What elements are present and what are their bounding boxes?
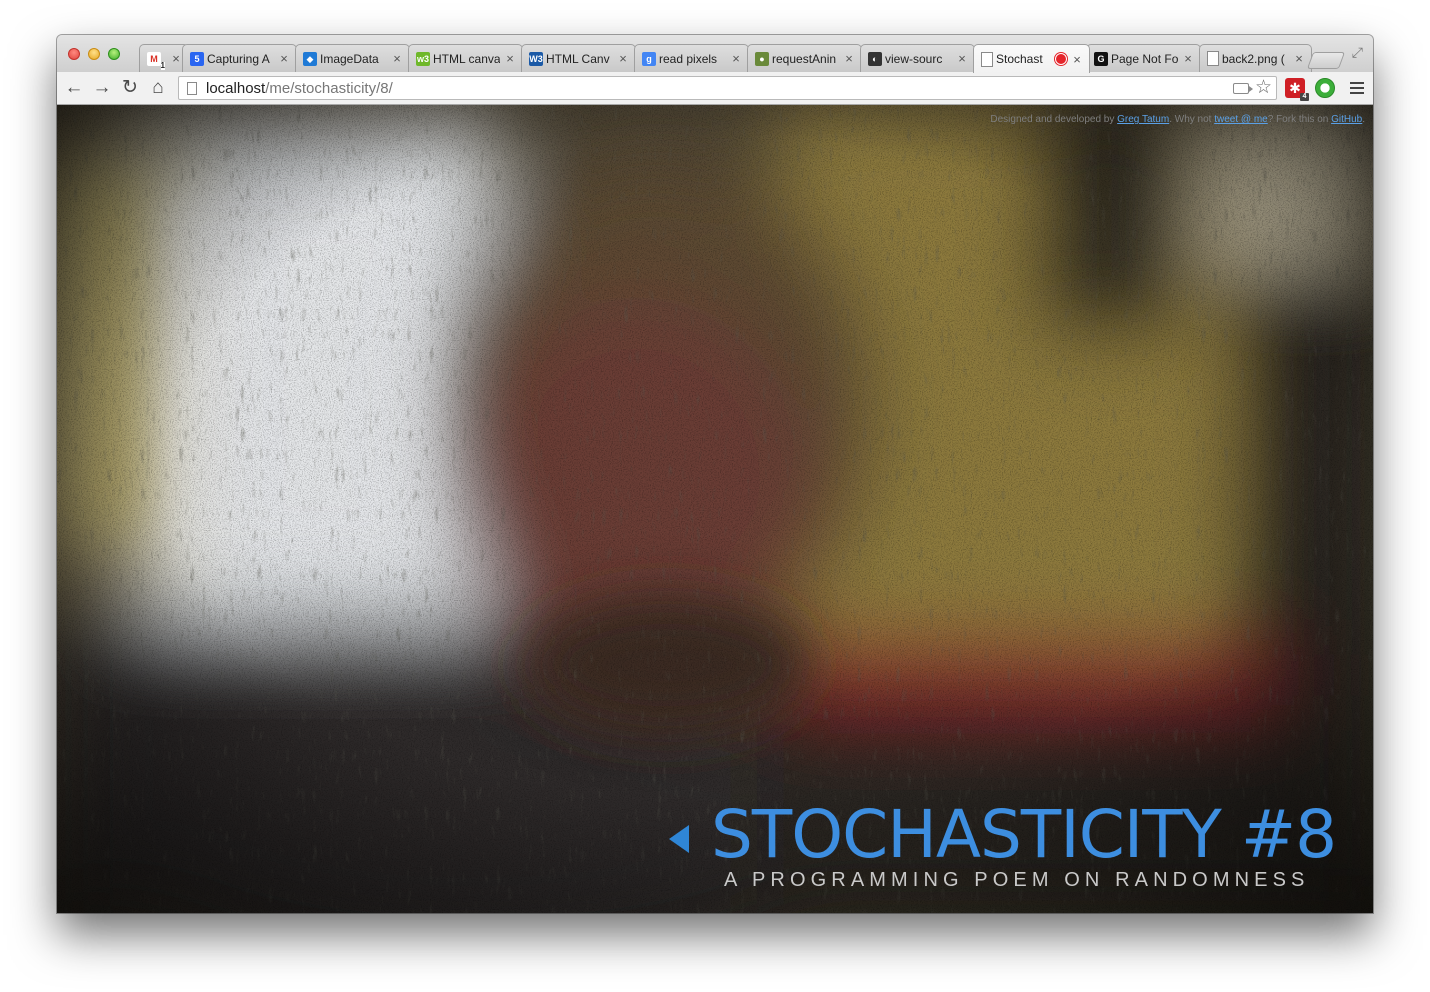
tab-title: requestAnin <box>772 51 837 66</box>
address-bar[interactable]: localhost/me/stochasticity/8/ ☆ <box>178 76 1277 100</box>
page-icon <box>187 81 197 95</box>
tab-title: read pixels <box>659 51 718 66</box>
w3schools-icon: w3 <box>416 51 430 66</box>
google-icon: g <box>642 51 656 66</box>
extension-power-icon[interactable] <box>1315 78 1335 98</box>
close-window-button[interactable] <box>68 48 80 60</box>
tab-8[interactable]: ◐ view-sourc × <box>860 44 975 72</box>
reload-icon[interactable]: ↻ <box>119 77 141 99</box>
minimize-window-button[interactable] <box>88 48 100 60</box>
tab-strip: M 1 × 5 Capturing A × ◆ ImageData × w3 HTML canva ×… <box>57 35 1373 73</box>
url-host: localhost <box>206 79 266 97</box>
title-block: STOCHASTICITY #8 A PROGRAMMING POEM ON R… <box>669 798 1337 898</box>
g-icon: G <box>1094 51 1108 66</box>
tab-6[interactable]: g read pixels × <box>634 44 749 72</box>
tab-title: Page Not Fo <box>1111 51 1178 66</box>
tab-11[interactable]: back2.png ( × <box>1199 44 1312 72</box>
mdn-icon: ◆ <box>303 51 317 66</box>
credits-middle-2: ? Fork this on <box>1267 114 1332 125</box>
tab-title: Stochast <box>996 52 1043 66</box>
tab-title: back2.png ( <box>1222 51 1285 66</box>
credits-prefix: Designed and developed by <box>990 114 1118 125</box>
page-subtitle: A PROGRAMMING POEM ON RANDOMNESS <box>724 869 1310 891</box>
tab-9[interactable]: Stochast × <box>973 44 1090 73</box>
bookmark-star-icon[interactable]: ☆ <box>1255 78 1272 97</box>
close-tab-icon[interactable]: × <box>1293 51 1305 66</box>
close-tab-icon[interactable]: × <box>617 51 629 66</box>
credits-middle-1: . Why not <box>1169 114 1215 125</box>
close-tab-icon[interactable]: × <box>1182 51 1194 66</box>
page-content: Designed and developed by Greg Tatum. Wh… <box>57 105 1373 913</box>
css3-icon: 5 <box>190 51 204 66</box>
close-tab-icon[interactable]: × <box>504 51 516 66</box>
tab-title: Capturing A <box>207 51 270 66</box>
credits-suffix: . <box>1362 114 1365 125</box>
tab-title: view-sourc <box>885 51 943 66</box>
gmail-icon: M1 <box>147 51 165 70</box>
url-text[interactable]: localhost/me/stochasticity/8/ <box>206 80 393 97</box>
github-icon: ◐ <box>868 51 882 66</box>
extension-badge: 4 <box>1300 93 1309 101</box>
extension-lastpass-icon[interactable]: ✱ 4 <box>1285 78 1309 101</box>
url-path: /me/stochasticity/8/ <box>265 79 393 97</box>
stochastic-portrait-canvas <box>57 105 1373 913</box>
page-icon <box>981 51 993 67</box>
close-tab-icon[interactable]: × <box>730 51 742 66</box>
page-title: STOCHASTICITY #8 <box>711 796 1337 873</box>
browser-window: M 1 × 5 Capturing A × ◆ ImageData × w3 HTML canva ×… <box>57 35 1373 913</box>
tab-title: HTML Canv <box>546 51 610 66</box>
tab-title: HTML canva <box>433 51 500 66</box>
page-icon <box>1207 51 1219 66</box>
tab-2[interactable]: 5 Capturing A × <box>182 44 297 72</box>
tab-10[interactable]: G Page Not Fo × <box>1086 44 1201 72</box>
home-icon[interactable]: ⌂ <box>147 77 169 99</box>
browser-toolbar: ← → ↻ ⌂ localhost/me/stochasticity/8/ ☆ … <box>57 72 1373 105</box>
tab-7[interactable]: ● requestAnin × <box>747 44 862 72</box>
new-tab-button[interactable] <box>1306 52 1346 69</box>
close-tab-icon[interactable]: × <box>170 51 182 66</box>
previous-arrow-icon[interactable] <box>669 825 689 853</box>
avatar-icon: ● <box>755 51 769 66</box>
recording-indicator-icon <box>1055 53 1067 65</box>
menu-icon[interactable] <box>1350 79 1364 97</box>
tab-4[interactable]: w3 HTML canva × <box>408 44 523 72</box>
zoom-window-button[interactable] <box>108 48 120 60</box>
close-tab-icon[interactable]: × <box>1071 52 1083 67</box>
close-tab-icon[interactable]: × <box>391 51 403 66</box>
forward-arrow-icon[interactable]: → <box>91 77 113 99</box>
back-arrow-icon[interactable]: ← <box>63 77 85 99</box>
tab-title: ImageData <box>320 51 379 66</box>
tweet-link[interactable]: tweet @ me <box>1214 114 1268 125</box>
github-link[interactable]: GitHub <box>1331 114 1362 125</box>
close-tab-icon[interactable]: × <box>843 51 855 66</box>
tab-5[interactable]: W3 HTML Canv × <box>521 44 636 72</box>
close-tab-icon[interactable]: × <box>956 51 968 66</box>
credits-line: Designed and developed by Greg Tatum. Wh… <box>990 114 1365 125</box>
camera-icon[interactable] <box>1232 82 1253 94</box>
tab-3[interactable]: ◆ ImageData × <box>295 44 410 72</box>
close-tab-icon[interactable]: × <box>278 51 290 66</box>
w3c-icon: W3 <box>529 51 543 66</box>
gmail-unread-badge: 1 <box>160 60 165 70</box>
fullscreen-icon[interactable]: ⤢ <box>1352 44 1363 61</box>
author-link[interactable]: Greg Tatum <box>1117 114 1169 125</box>
